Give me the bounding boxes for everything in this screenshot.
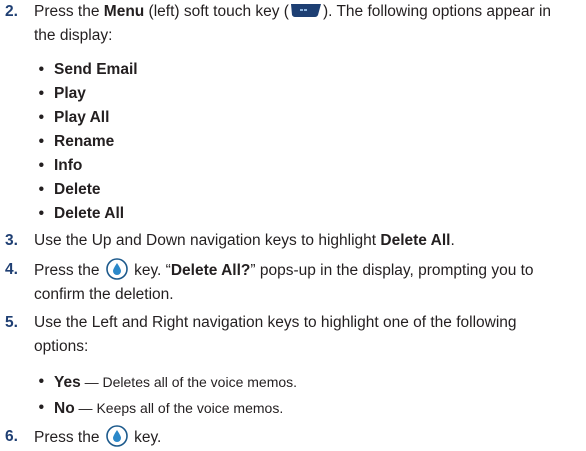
menu-options-list: • Send Email • Play • Play All • Rename • Inf… xyxy=(0,58,586,226)
delete-all-label: Delete All xyxy=(380,232,451,249)
step-4: 4. Press the key. “Delete All?” pops-up … xyxy=(0,258,586,307)
step-text-line2: the display: xyxy=(34,27,113,44)
option-label: No xyxy=(54,400,75,417)
step-number: 5. xyxy=(5,314,18,331)
bullet: • xyxy=(38,181,44,198)
step-text-part: Press the xyxy=(34,3,104,20)
option-play-all: Play All xyxy=(54,109,110,126)
step-text: Use the Up and Down navigation keys to h… xyxy=(34,229,586,253)
step-number: 6. xyxy=(5,428,18,445)
step-6: 6. Press the key. xyxy=(0,425,586,450)
option-send-email: Send Email xyxy=(54,61,138,78)
step-number: 4. xyxy=(5,261,18,278)
list-item: • Info xyxy=(0,154,586,178)
delete-all-prompt: Delete All? xyxy=(170,262,251,279)
step-3: 3. Use the Up and Down navigation keys t… xyxy=(0,229,586,253)
bullet: • xyxy=(38,157,44,174)
step-text-part: (left) soft touch key ( xyxy=(144,3,289,20)
step-text: Press the key. xyxy=(34,425,586,450)
step-text: Press the key. “Delete All?” pops-up in … xyxy=(34,258,586,307)
step-text-part: key. xyxy=(129,429,162,446)
list-item: • Play xyxy=(0,82,586,106)
step-text-part: . xyxy=(450,232,455,249)
list-item: • Delete xyxy=(0,178,586,202)
step-text-part: ). The following options appear in xyxy=(322,3,552,20)
ok-key-icon xyxy=(105,425,128,447)
option-label: Yes xyxy=(54,374,81,391)
bullet: • xyxy=(38,373,44,390)
step-text-line2: confirm the deletion. xyxy=(34,286,174,303)
option-description: — Keeps all of the voice memos. xyxy=(74,400,284,416)
step-text-part: ” pops-up in the display, prompting you … xyxy=(250,262,534,279)
menu-soft-key-icon xyxy=(290,4,321,17)
bullet: • xyxy=(38,399,44,416)
step-text: Use the Left and Right navigation keys t… xyxy=(34,311,586,359)
step-number: 3. xyxy=(5,232,18,249)
step-text-part: key. “ xyxy=(129,262,171,279)
bullet: • xyxy=(38,205,44,222)
bullet: • xyxy=(38,61,44,78)
option-play: Play xyxy=(54,85,86,102)
list-item: • Send Email xyxy=(0,58,586,82)
list-item: • Play All xyxy=(0,106,586,130)
option-delete: Delete xyxy=(54,181,101,198)
step-text-line1: Use the Left and Right navigation keys t… xyxy=(34,314,517,331)
option-rename: Rename xyxy=(54,133,115,150)
bullet: • xyxy=(38,133,44,150)
ok-key-icon xyxy=(105,258,128,280)
option-delete-all: Delete All xyxy=(54,205,125,222)
option-description: — Deletes all of the voice memos. xyxy=(80,374,298,390)
option-no: • No — Keeps all of the voice memos. xyxy=(0,396,586,420)
manual-page: 2. Press the Menu (left) soft touch key … xyxy=(0,0,586,451)
menu-key-label: Menu xyxy=(103,3,145,20)
list-item: • Delete All xyxy=(0,202,586,226)
step-text-part: Press the xyxy=(34,429,104,446)
step-text-part: Press the xyxy=(34,262,104,279)
step-text-line2: options: xyxy=(34,338,89,355)
step-5: 5. Use the Left and Right navigation key… xyxy=(0,311,586,359)
option-yes: • Yes — Deletes all of the voice memos. xyxy=(0,370,586,394)
step-text-part: Use the Up and Down navigation keys to h… xyxy=(34,232,381,249)
bullet: • xyxy=(38,109,44,126)
option-info: Info xyxy=(54,157,83,174)
bullet: • xyxy=(38,85,44,102)
step-text: Press the Menu (left) soft touch key ( )… xyxy=(34,0,586,48)
list-item: • Rename xyxy=(0,130,586,154)
step-2: 2. Press the Menu (left) soft touch key … xyxy=(0,0,586,48)
step-number: 2. xyxy=(5,3,18,20)
